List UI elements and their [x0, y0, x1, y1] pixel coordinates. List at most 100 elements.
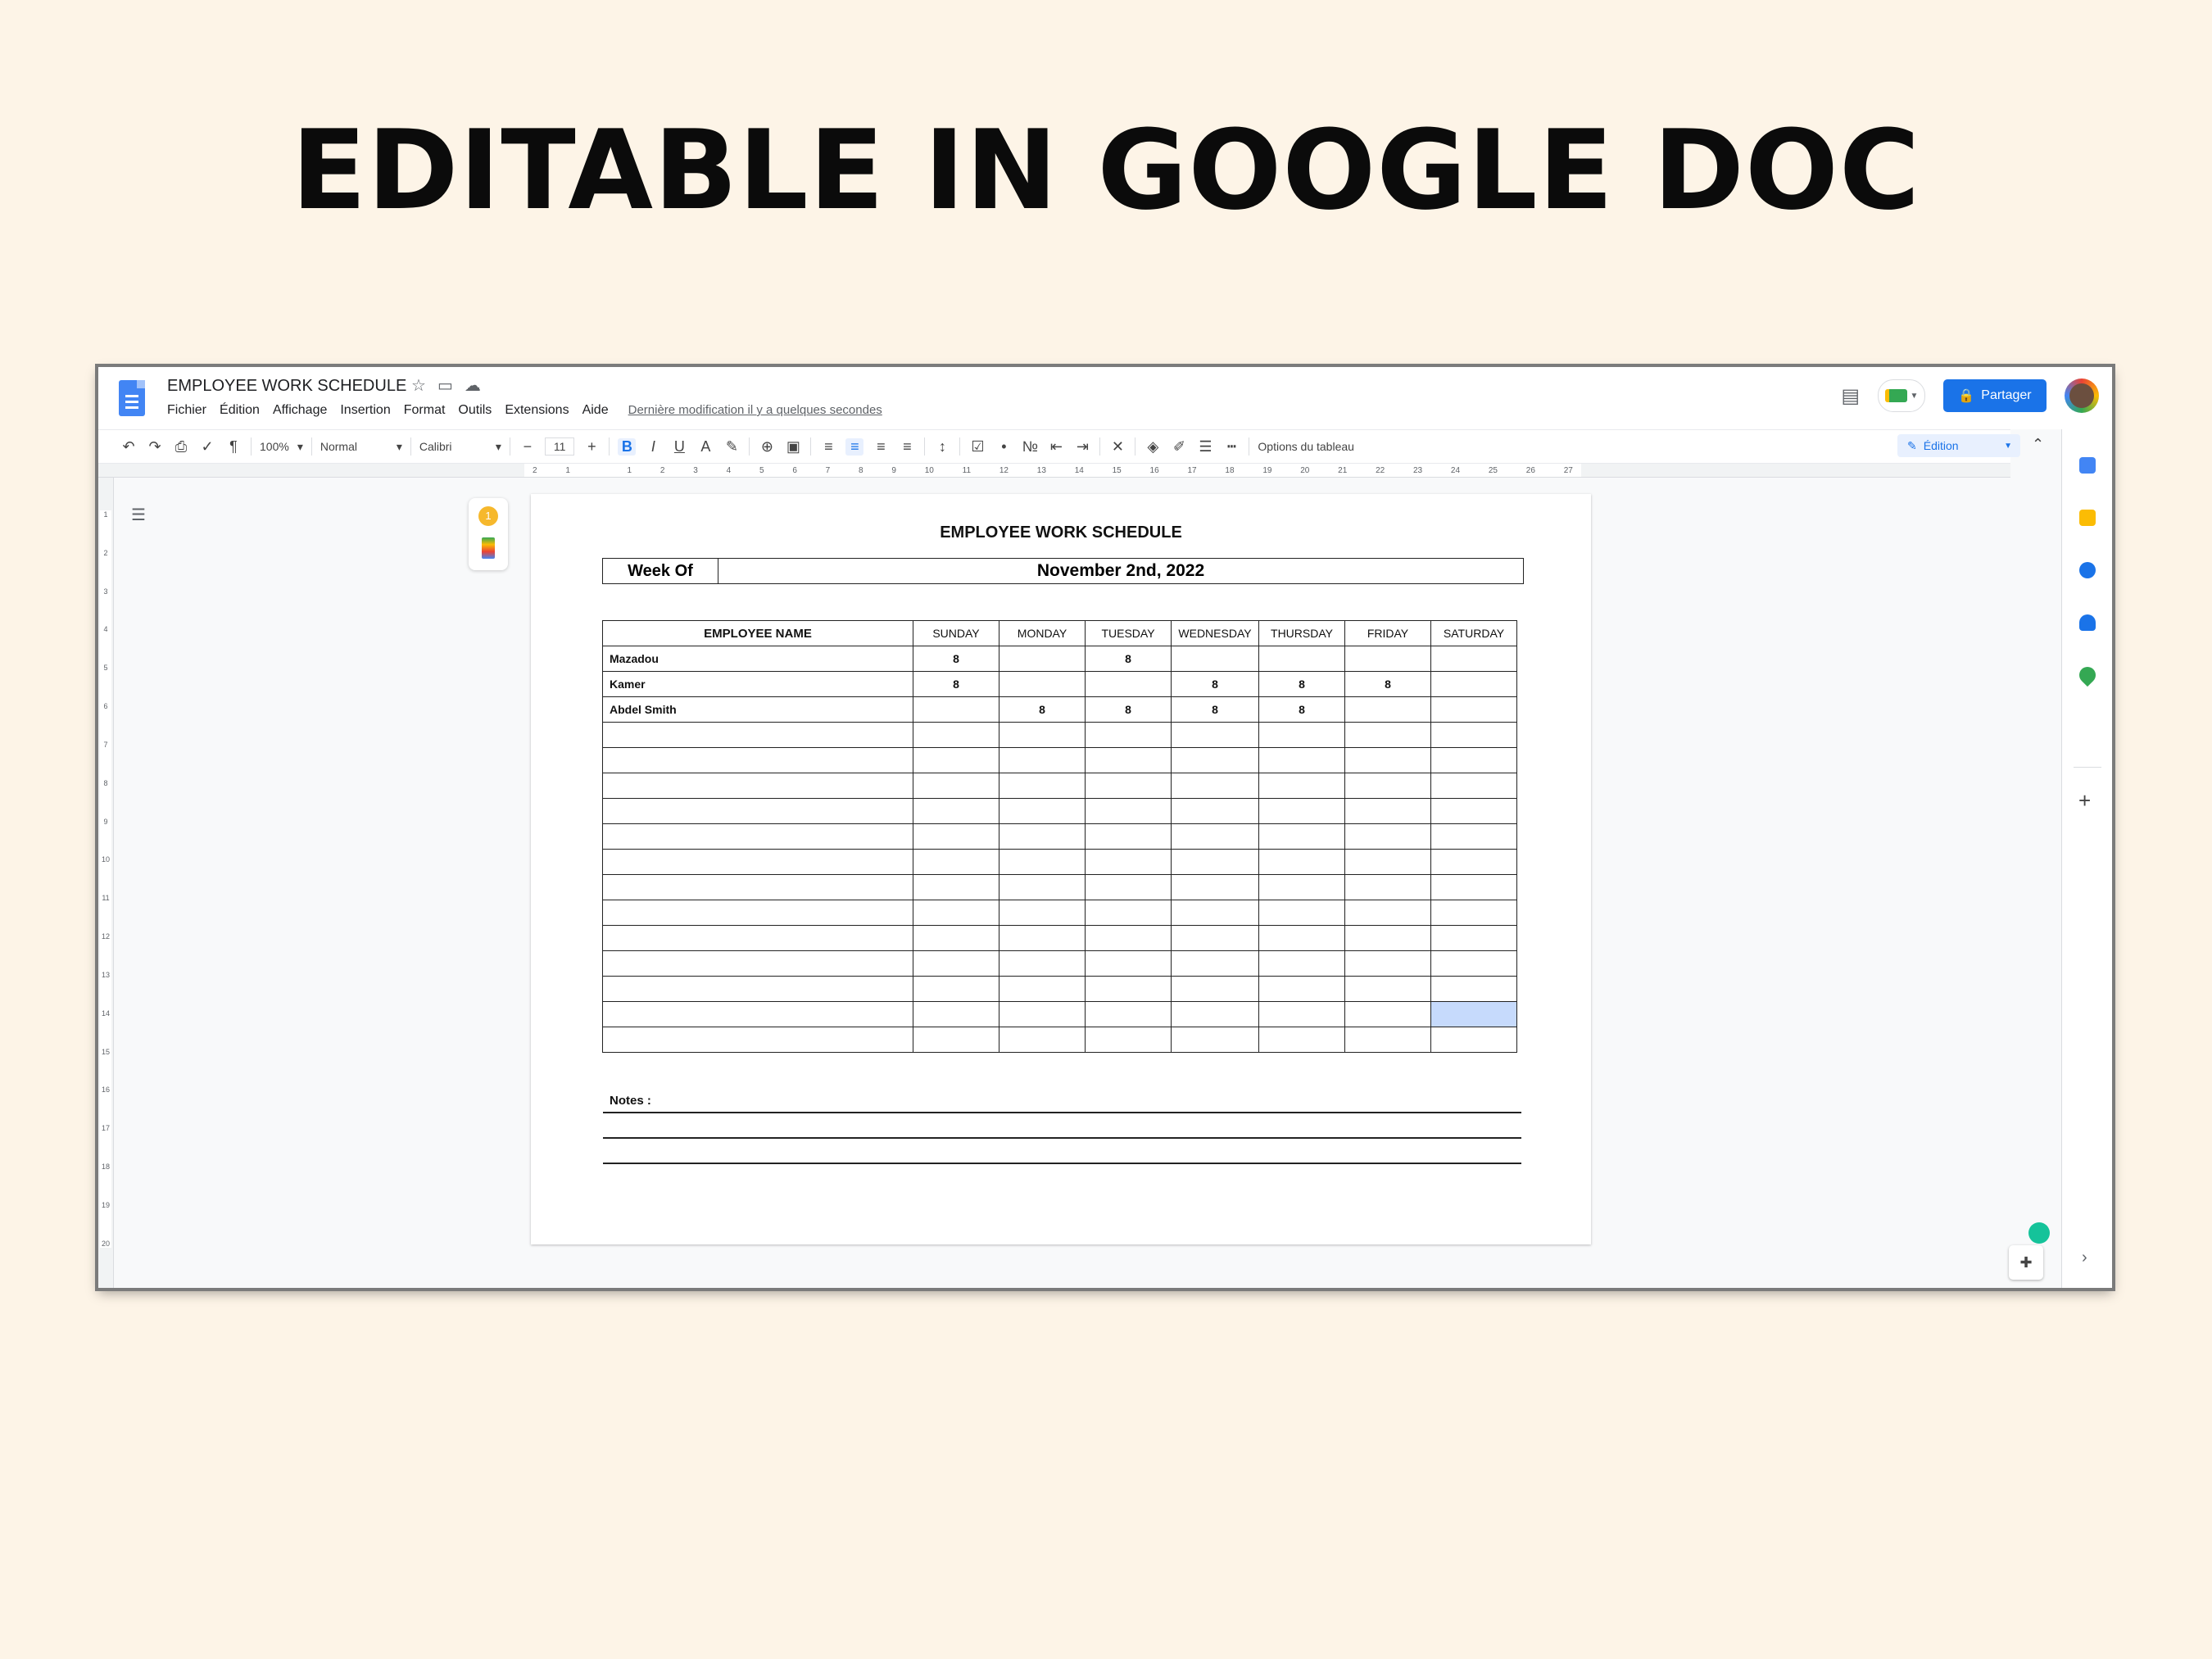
- hours-cell[interactable]: [1085, 823, 1172, 850]
- hours-cell[interactable]: [1344, 976, 1431, 1002]
- hours-cell[interactable]: [1171, 798, 1259, 824]
- menu-item-outils[interactable]: Outils: [458, 403, 492, 418]
- hours-cell[interactable]: [1085, 849, 1172, 875]
- employee-name-cell[interactable]: [602, 773, 913, 799]
- column-header[interactable]: EMPLOYEE NAME: [602, 620, 913, 646]
- employee-name-cell[interactable]: [602, 925, 913, 951]
- docs-logo-icon[interactable]: [119, 380, 145, 416]
- hours-cell[interactable]: [999, 722, 1086, 748]
- week-of-value[interactable]: November 2nd, 2022: [718, 559, 1523, 583]
- menu-item-extensions[interactable]: Extensions: [505, 403, 569, 418]
- hours-cell[interactable]: [1258, 976, 1345, 1002]
- underline-button[interactable]: U: [670, 438, 688, 456]
- employee-name-cell[interactable]: Mazadou: [602, 646, 913, 672]
- employee-name-cell[interactable]: Abdel Smith: [602, 696, 913, 723]
- hours-cell[interactable]: [1430, 976, 1517, 1002]
- employee-name-cell[interactable]: [602, 849, 913, 875]
- column-header[interactable]: MONDAY: [999, 620, 1086, 646]
- hours-cell[interactable]: [1085, 671, 1172, 697]
- hours-cell[interactable]: [1344, 874, 1431, 900]
- hours-cell[interactable]: [913, 900, 999, 926]
- font-size-input[interactable]: 11: [544, 437, 575, 456]
- hours-cell[interactable]: [1085, 1027, 1172, 1053]
- hours-cell[interactable]: [913, 823, 999, 850]
- column-header[interactable]: FRIDAY: [1344, 620, 1431, 646]
- employee-name-cell[interactable]: [602, 900, 913, 926]
- hours-cell[interactable]: [1171, 1001, 1259, 1027]
- font-size-increase-button[interactable]: +: [582, 438, 601, 456]
- hours-cell[interactable]: [999, 900, 1086, 926]
- suggestion-count-badge[interactable]: 1: [478, 506, 498, 526]
- hours-cell[interactable]: [1171, 925, 1259, 951]
- hours-cell[interactable]: [913, 798, 999, 824]
- numbered-list-icon[interactable]: №: [1021, 438, 1039, 456]
- hours-cell[interactable]: [1258, 874, 1345, 900]
- hours-cell[interactable]: 8: [1171, 696, 1259, 723]
- menu-item-affichage[interactable]: Affichage: [273, 403, 327, 418]
- hours-cell[interactable]: [1344, 1027, 1431, 1053]
- clear-formatting-icon[interactable]: ✕: [1108, 438, 1126, 456]
- column-header[interactable]: SUNDAY: [913, 620, 999, 646]
- employee-name-cell[interactable]: [602, 874, 913, 900]
- hours-cell[interactable]: [1085, 874, 1172, 900]
- star-icon[interactable]: ☆: [411, 375, 426, 396]
- hours-cell[interactable]: [1085, 722, 1172, 748]
- hours-cell[interactable]: [1430, 925, 1517, 951]
- employee-name-cell[interactable]: [602, 1001, 913, 1027]
- comment-history-icon[interactable]: ▤: [1841, 384, 1860, 408]
- hours-cell[interactable]: [999, 747, 1086, 773]
- align-right-icon[interactable]: ≡: [872, 438, 890, 456]
- document-title[interactable]: EMPLOYEE WORK SCHEDULE: [167, 377, 406, 396]
- hours-cell[interactable]: [1171, 1027, 1259, 1053]
- hours-cell[interactable]: [999, 773, 1086, 799]
- insert-image-icon[interactable]: ▣: [784, 438, 802, 456]
- document-outline-icon[interactable]: ☰: [131, 505, 146, 525]
- hours-cell[interactable]: 8: [1344, 671, 1431, 697]
- column-header[interactable]: TUESDAY: [1085, 620, 1172, 646]
- column-header[interactable]: THURSDAY: [1258, 620, 1345, 646]
- vertical-ruler[interactable]: 1 2 3 4 5 6 7 8 9 10 11 12 13 14 15 16 17 18 19 20: [98, 478, 114, 1288]
- hours-cell[interactable]: [1430, 696, 1517, 723]
- text-color-icon[interactable]: A: [696, 438, 714, 456]
- hours-cell[interactable]: [913, 722, 999, 748]
- add-addon-icon[interactable]: +: [2078, 788, 2091, 814]
- fill-color-icon[interactable]: ◈: [1144, 438, 1162, 456]
- editing-mode-select[interactable]: ✎ Édition ▼: [1897, 434, 2020, 457]
- tasks-icon[interactable]: [2079, 562, 2096, 578]
- hours-cell[interactable]: 8: [1085, 696, 1172, 723]
- hours-cell[interactable]: [1430, 900, 1517, 926]
- hours-cell[interactable]: [1344, 696, 1431, 723]
- font-size-decrease-button[interactable]: −: [519, 438, 537, 456]
- hours-cell[interactable]: 8: [999, 696, 1086, 723]
- hours-cell[interactable]: [913, 773, 999, 799]
- border-color-icon[interactable]: ✐: [1170, 438, 1188, 456]
- hours-cell[interactable]: [999, 849, 1086, 875]
- hours-cell[interactable]: [1258, 747, 1345, 773]
- employee-name-cell[interactable]: [602, 722, 913, 748]
- grammarly-icon[interactable]: [2028, 1222, 2050, 1244]
- hours-cell[interactable]: [1171, 823, 1259, 850]
- collapse-menus-icon[interactable]: ⌃: [2032, 436, 2044, 453]
- highlight-icon[interactable]: ✎: [723, 438, 741, 456]
- font-select[interactable]: Calibri ▾: [419, 440, 501, 454]
- increase-indent-icon[interactable]: ⇥: [1073, 438, 1091, 456]
- hours-cell[interactable]: [1085, 747, 1172, 773]
- hours-cell[interactable]: [1344, 747, 1431, 773]
- hours-cell[interactable]: [999, 976, 1086, 1002]
- print-icon[interactable]: ⎙: [172, 438, 190, 456]
- keep-icon[interactable]: [2079, 510, 2096, 526]
- hours-cell[interactable]: [1085, 773, 1172, 799]
- hours-cell[interactable]: [1344, 773, 1431, 799]
- last-modified-link[interactable]: Dernière modification il y a quelques se…: [628, 403, 882, 418]
- cloud-status-icon[interactable]: ☁: [465, 375, 481, 396]
- avatar[interactable]: [2065, 378, 2099, 413]
- hours-cell[interactable]: [1085, 950, 1172, 977]
- hours-cell[interactable]: [1430, 646, 1517, 672]
- hours-cell[interactable]: [1344, 798, 1431, 824]
- italic-button[interactable]: I: [644, 438, 662, 456]
- hours-cell[interactable]: [1430, 849, 1517, 875]
- hours-cell[interactable]: 8: [913, 671, 999, 697]
- calendar-icon[interactable]: [2079, 457, 2096, 474]
- notes-line[interactable]: [603, 1163, 1521, 1164]
- hours-cell[interactable]: 8: [1258, 671, 1345, 697]
